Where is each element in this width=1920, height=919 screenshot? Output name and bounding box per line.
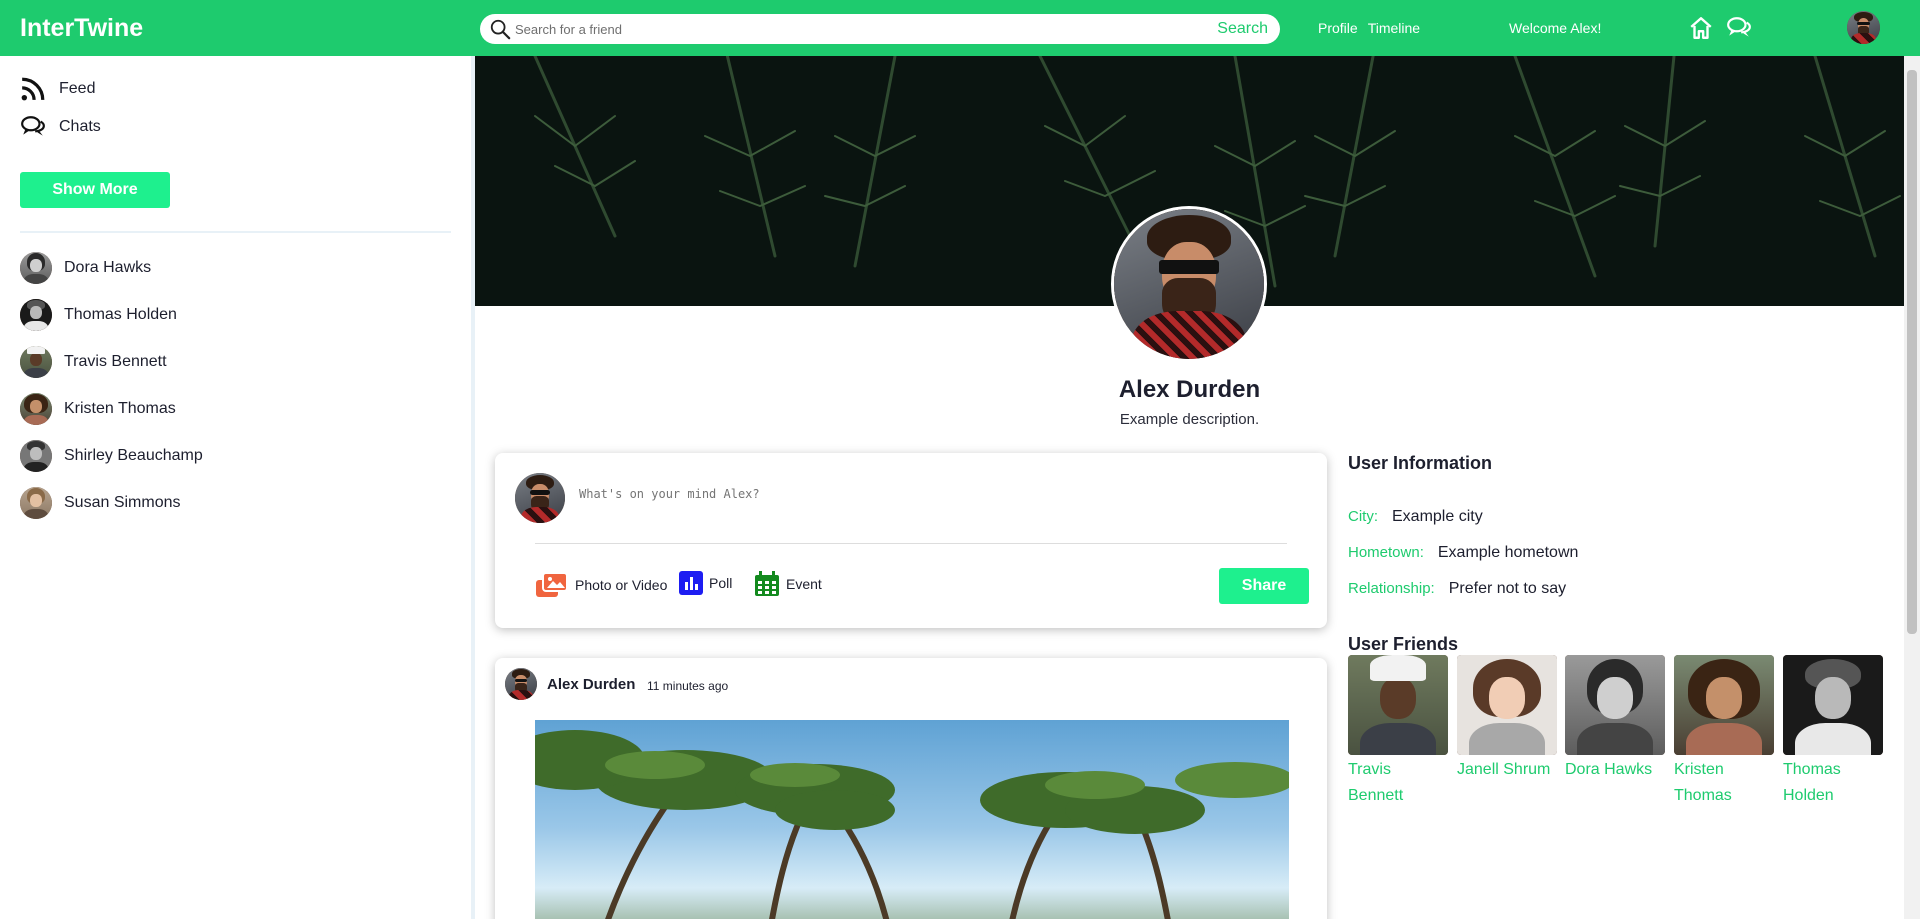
user-avatar[interactable]	[1847, 11, 1880, 44]
sidebar-item-feed[interactable]: Feed	[20, 76, 95, 102]
sidebar-friend[interactable]: Dora Hawks	[20, 252, 151, 284]
info-hometown: Hometown: Example hometown	[1348, 544, 1578, 562]
info-relationship: Relationship: Prefer not to say	[1348, 580, 1566, 598]
rss-icon	[21, 77, 45, 101]
photo-icon	[536, 572, 568, 597]
option-label: Poll	[709, 575, 733, 591]
sidebar-friend[interactable]: Susan Simmons	[20, 487, 181, 519]
photo-video-option[interactable]: Photo or Video	[535, 571, 667, 599]
event-option[interactable]: Event	[754, 571, 822, 597]
sidebar-item-label: Chats	[59, 118, 101, 135]
show-more-button[interactable]: Show More	[20, 172, 170, 208]
palm-trees-image	[535, 730, 1289, 919]
share-post-card: Photo or Video Poll Event Share	[495, 453, 1327, 628]
friend-photo	[1674, 655, 1774, 755]
page-scrollbar[interactable]	[1904, 56, 1920, 919]
friend-name[interactable]: Thomas Holden	[1783, 757, 1883, 809]
post-input[interactable]	[579, 487, 1179, 501]
friend-photo	[1457, 655, 1557, 755]
avatar[interactable]	[505, 668, 537, 700]
friend-name: Dora Hawks	[64, 259, 152, 276]
app-logo[interactable]: InterTwine	[20, 14, 143, 43]
friend-name: Kristen Thomas	[64, 400, 176, 417]
post-timestamp: 11 minutes ago	[647, 679, 729, 693]
friend-name[interactable]: Kristen Thomas	[1674, 757, 1774, 809]
info-city: City: Example city	[1348, 508, 1483, 526]
sidebar-friend[interactable]: Kristen Thomas	[20, 393, 176, 425]
friend-photo	[1565, 655, 1665, 755]
avatar	[20, 299, 52, 331]
share-button[interactable]: Share	[1219, 568, 1309, 604]
post-image[interactable]	[535, 720, 1289, 919]
nav-profile-link[interactable]: Profile	[1318, 20, 1358, 36]
user-friend-card[interactable]: Dora Hawks	[1565, 655, 1665, 783]
nav-timeline-link[interactable]: Timeline	[1368, 20, 1420, 36]
sidebar-item-chats[interactable]: Chats	[20, 114, 101, 140]
profile-avatar[interactable]	[1111, 206, 1267, 362]
sidebar-item-label: Feed	[59, 80, 96, 97]
chat-bubbles-icon[interactable]	[1726, 15, 1752, 41]
friend-name[interactable]: Travis Bennett	[1348, 757, 1448, 809]
sidebar-divider	[20, 231, 451, 233]
sidebar-friend[interactable]: Travis Bennett	[20, 346, 167, 378]
friend-name: Shirley Beauchamp	[64, 447, 203, 464]
calendar-icon	[755, 571, 779, 596]
friend-name[interactable]: Janell Shrum	[1457, 757, 1557, 783]
option-label: Event	[786, 576, 822, 592]
friend-name: Travis Bennett	[64, 353, 167, 370]
profile-description: Example description.	[1119, 411, 1260, 428]
welcome-text: Welcome Alex!	[1509, 20, 1602, 36]
left-sidebar: Feed Chats Show More Dora Hawks Thomas H…	[0, 56, 475, 919]
avatar	[20, 487, 52, 519]
info-label: Hometown:	[1348, 544, 1424, 561]
info-value: Example city	[1392, 508, 1483, 525]
avatar	[20, 393, 52, 425]
scrollbar-thumb[interactable]	[1907, 70, 1917, 634]
search-input[interactable]: Search for a friend	[515, 22, 1217, 37]
poll-icon	[679, 571, 703, 595]
friend-name: Thomas Holden	[64, 306, 177, 323]
post-author[interactable]: Alex Durden	[547, 676, 635, 693]
user-friends-title: User Friends	[1348, 634, 1459, 654]
user-friend-card[interactable]: Janell Shrum	[1457, 655, 1557, 783]
top-bar: InterTwine Search for a friend Search Pr…	[0, 0, 1920, 56]
option-label: Photo or Video	[575, 577, 668, 593]
chat-bubbles-icon	[21, 116, 45, 136]
friend-name: Susan Simmons	[64, 494, 181, 511]
avatar	[20, 440, 52, 472]
search-icon	[490, 19, 511, 40]
friend-photo	[1783, 655, 1883, 755]
friend-name[interactable]: Dora Hawks	[1565, 757, 1665, 783]
avatar	[20, 252, 52, 284]
nav-links: Profile Timeline	[1318, 20, 1420, 36]
friend-photo	[1348, 655, 1448, 755]
sidebar-friend[interactable]: Shirley Beauchamp	[20, 440, 203, 472]
info-value: Example hometown	[1437, 544, 1579, 561]
search-button[interactable]: Search	[1217, 20, 1268, 38]
home-icon[interactable]	[1688, 15, 1714, 41]
avatar	[20, 346, 52, 378]
info-label: Relationship:	[1348, 580, 1435, 597]
profile-main: Alex Durden Example description. Photo o…	[475, 56, 1904, 919]
info-label: City:	[1348, 508, 1378, 525]
share-divider	[535, 543, 1287, 544]
user-info-title: User Information	[1348, 453, 1493, 473]
user-friend-card[interactable]: Travis Bennett	[1348, 655, 1448, 809]
profile-name: Alex Durden	[1118, 376, 1261, 403]
info-value: Prefer not to say	[1448, 580, 1567, 597]
avatar	[515, 473, 565, 523]
post-card: Alex Durden 11 minutes ago	[495, 658, 1327, 919]
user-friend-card[interactable]: Thomas Holden	[1783, 655, 1883, 809]
search-bar: Search for a friend Search	[480, 14, 1280, 44]
poll-option[interactable]: Poll	[679, 571, 732, 595]
sidebar-friend[interactable]: Thomas Holden	[20, 299, 177, 331]
user-friend-card[interactable]: Kristen Thomas	[1674, 655, 1774, 809]
